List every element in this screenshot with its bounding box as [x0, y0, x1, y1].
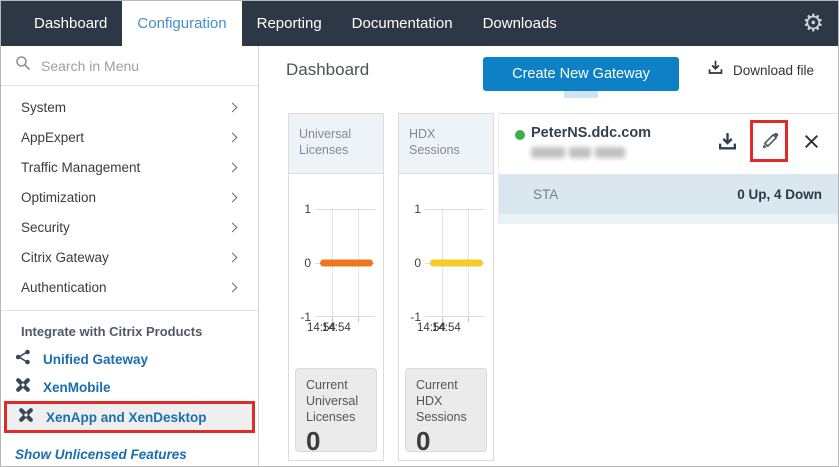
- sidebar-item-authentication[interactable]: Authentication: [1, 272, 258, 302]
- gateway-card: PeterNS.ddc.com: [498, 113, 838, 224]
- download-file-label: Download file: [733, 63, 814, 78]
- stat-label-line: Sessions: [416, 409, 476, 425]
- top-navigation: Dashboard Configuration Reporting Docume…: [1, 1, 838, 46]
- sidebar-item-label: Optimization: [21, 190, 96, 205]
- universal-licenses-chart: 1 0 -1 14:54 14:54: [289, 174, 383, 374]
- chevron-right-icon: [228, 162, 238, 172]
- nav-configuration[interactable]: Configuration: [122, 1, 241, 46]
- row-substrip: [499, 214, 838, 224]
- product-link-label: XenApp and XenDesktop: [46, 410, 207, 425]
- search-bar[interactable]: [1, 46, 258, 86]
- card-title: Universal Licenses: [289, 114, 383, 174]
- page-title: Dashboard: [286, 60, 369, 80]
- citrix-x-icon: [15, 377, 31, 398]
- status-dot-icon: [515, 130, 525, 140]
- search-input[interactable]: [41, 58, 244, 74]
- gateway-name: PeterNS.ddc.com: [531, 125, 651, 141]
- sidebar-item-xenmobile[interactable]: XenMobile: [1, 373, 258, 401]
- plot-area: [315, 209, 375, 317]
- product-link-label: XenMobile: [43, 380, 111, 395]
- sidebar-menu: System AppExpert Traffic Management Opti…: [1, 86, 258, 302]
- gateway-actions: [712, 120, 826, 162]
- sidebar: System AppExpert Traffic Management Opti…: [1, 46, 259, 467]
- search-icon: [15, 55, 31, 76]
- sidebar-item-citrix-gateway[interactable]: Citrix Gateway: [1, 242, 258, 272]
- sidebar-item-label: Traffic Management: [21, 160, 140, 175]
- nav-downloads[interactable]: Downloads: [468, 1, 572, 46]
- gridline: [425, 316, 485, 317]
- chevron-right-icon: [228, 132, 238, 142]
- button-caret-strip: [564, 91, 598, 98]
- edit-icon[interactable]: [757, 126, 781, 156]
- sidebar-item-system[interactable]: System: [1, 92, 258, 122]
- card-title: HDX Sessions: [399, 114, 493, 174]
- download-icon: [707, 59, 724, 81]
- chevron-right-icon: [228, 102, 238, 112]
- current-universal-licenses-stat: Current Universal Licenses 0: [295, 368, 377, 452]
- nav-reporting[interactable]: Reporting: [242, 1, 337, 46]
- edit-highlight-box: [750, 120, 788, 162]
- chevron-right-icon: [228, 252, 238, 262]
- chevron-right-icon: [228, 222, 238, 232]
- download-icon[interactable]: [712, 122, 742, 160]
- series-line: [430, 260, 483, 267]
- x-tick-label: 14:54: [322, 322, 351, 334]
- current-hdx-sessions-stat: Current HDX Sessions 0: [405, 368, 487, 452]
- plot-area: [425, 209, 485, 317]
- sidebar-item-label: System: [21, 100, 66, 115]
- main-content: Dashboard Create New Gateway Download fi…: [260, 46, 838, 466]
- x-tick-label: 14:54: [432, 322, 461, 334]
- download-file-link[interactable]: Download file: [707, 59, 814, 81]
- stat-value: 0: [306, 426, 366, 457]
- sidebar-item-traffic-management[interactable]: Traffic Management: [1, 152, 258, 182]
- sidebar-item-label: Authentication: [21, 280, 107, 295]
- stat-label-line: Current: [416, 377, 476, 393]
- universal-licenses-card: Universal Licenses 1 0 -1 14:54 14: [288, 113, 384, 461]
- gridline: [425, 209, 485, 210]
- stat-label-line: HDX: [416, 393, 476, 409]
- hdx-sessions-card: HDX Sessions 1 0 -1 14:54 14:54: [398, 113, 494, 461]
- sidebar-item-appexpert[interactable]: AppExpert: [1, 122, 258, 152]
- nav-documentation[interactable]: Documentation: [337, 1, 468, 46]
- chevron-right-icon: [228, 192, 238, 202]
- y-tick-label: 1: [403, 202, 421, 216]
- redacted-ip: [531, 147, 625, 158]
- product-link-label: Unified Gateway: [43, 352, 148, 367]
- sta-status-value: 0 Up, 4 Down: [737, 187, 822, 202]
- close-icon[interactable]: [796, 122, 826, 160]
- stat-label-line: Licenses: [306, 409, 366, 425]
- x-axis-labels: 14:54 14:54: [417, 322, 497, 338]
- sidebar-item-optimization[interactable]: Optimization: [1, 182, 258, 212]
- citrix-x-icon: [18, 407, 34, 428]
- gear-icon[interactable]: ⚙: [802, 1, 824, 46]
- share-icon: [15, 349, 31, 370]
- sta-label: STA: [533, 187, 558, 202]
- gateway-card-header: PeterNS.ddc.com: [499, 114, 838, 174]
- gridline: [315, 316, 375, 317]
- stat-value: 0: [416, 426, 476, 457]
- sidebar-item-unified-gateway[interactable]: Unified Gateway: [1, 345, 258, 373]
- sidebar-item-xenapp-xendesktop[interactable]: XenApp and XenDesktop: [4, 401, 255, 433]
- series-line: [320, 260, 373, 267]
- integrate-section-title: Integrate with Citrix Products: [1, 311, 258, 345]
- chevron-right-icon: [228, 282, 238, 292]
- sidebar-item-label: Citrix Gateway: [21, 250, 109, 265]
- sidebar-item-label: Security: [21, 220, 70, 235]
- y-tick-label: 0: [403, 256, 421, 270]
- nav-dashboard[interactable]: Dashboard: [19, 1, 122, 46]
- stat-label-line: Current: [306, 377, 366, 393]
- sidebar-item-label: AppExpert: [21, 130, 84, 145]
- sidebar-item-security[interactable]: Security: [1, 212, 258, 242]
- gridline: [315, 209, 375, 210]
- create-new-gateway-button[interactable]: Create New Gateway: [483, 57, 679, 91]
- hdx-sessions-chart: 1 0 -1 14:54 14:54: [399, 174, 493, 374]
- y-tick-label: 1: [293, 202, 311, 216]
- x-axis-labels: 14:54 14:54: [307, 322, 387, 338]
- y-tick-label: 0: [293, 256, 311, 270]
- sta-row[interactable]: STA 0 Up, 4 Down: [499, 174, 838, 214]
- show-unlicensed-features-link[interactable]: Show Unlicensed Features: [1, 433, 258, 462]
- stat-label-line: Universal: [306, 393, 366, 409]
- app-window: Dashboard Configuration Reporting Docume…: [0, 0, 839, 467]
